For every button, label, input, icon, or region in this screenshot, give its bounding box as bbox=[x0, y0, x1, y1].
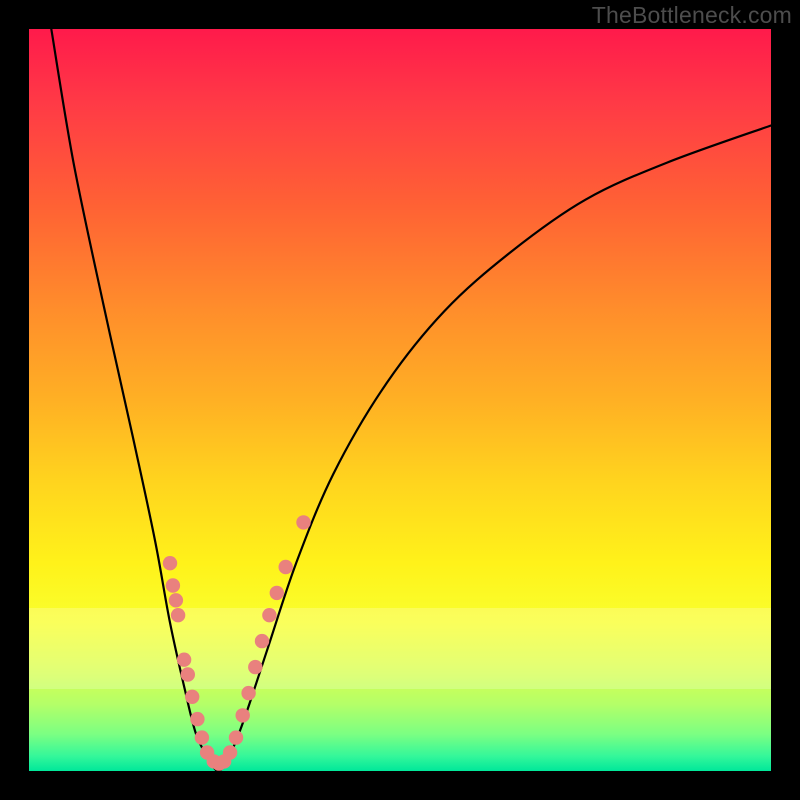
data-point bbox=[163, 556, 177, 570]
data-point bbox=[236, 708, 250, 722]
chart-plot-area bbox=[29, 29, 771, 771]
chart-svg bbox=[29, 29, 771, 771]
bottleneck-curve bbox=[51, 29, 771, 771]
data-points bbox=[163, 515, 311, 771]
data-point bbox=[217, 754, 231, 768]
data-point bbox=[181, 667, 195, 681]
chart-frame: TheBottleneck.com bbox=[0, 0, 800, 800]
data-point bbox=[171, 608, 185, 622]
highlight-band bbox=[29, 608, 771, 690]
data-point bbox=[241, 686, 255, 700]
data-point bbox=[166, 578, 180, 592]
data-point bbox=[248, 660, 262, 674]
data-point bbox=[207, 754, 221, 768]
data-point bbox=[169, 593, 183, 607]
data-point bbox=[223, 745, 237, 759]
data-point bbox=[270, 586, 284, 600]
data-point bbox=[279, 560, 293, 574]
data-point bbox=[255, 634, 269, 648]
data-point bbox=[262, 608, 276, 622]
data-point bbox=[177, 653, 191, 667]
data-point bbox=[190, 712, 204, 726]
watermark-text: TheBottleneck.com bbox=[592, 2, 792, 29]
data-point bbox=[229, 730, 243, 744]
data-point bbox=[195, 730, 209, 744]
data-point bbox=[185, 690, 199, 704]
data-point bbox=[296, 515, 310, 529]
data-point bbox=[200, 745, 214, 759]
data-point bbox=[212, 756, 226, 770]
